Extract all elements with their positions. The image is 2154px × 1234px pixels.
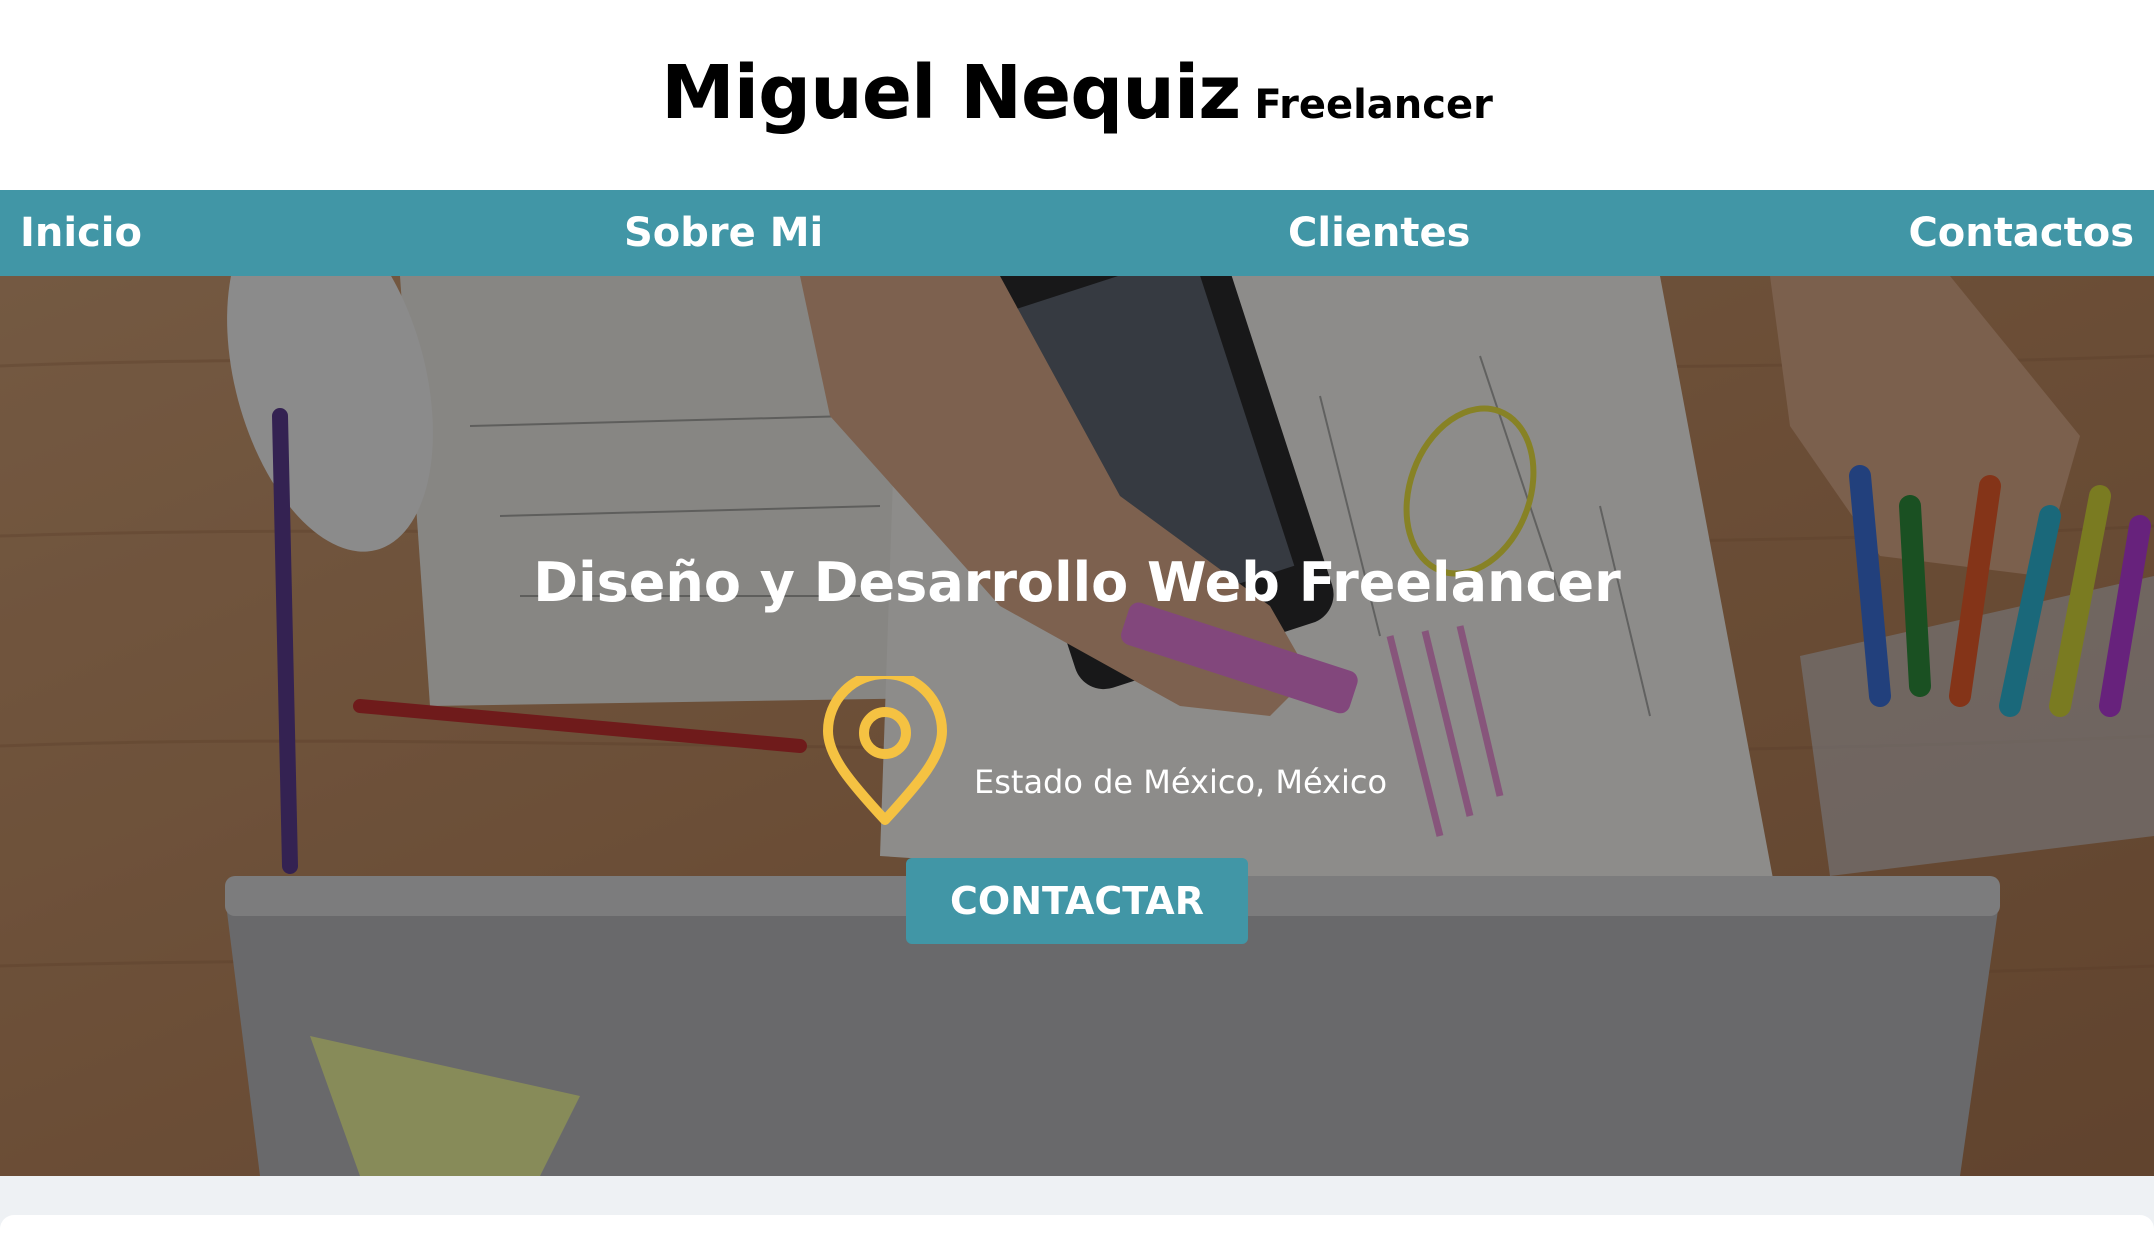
brand-role: Freelancer [1254,82,1493,128]
nav-item-clientes[interactable]: Clientes [1288,190,1470,276]
location-text: Estado de México, México [974,763,1388,801]
hero-dark-overlay [0,276,2154,1176]
hero-section: Diseño y Desarrollo Web Freelancer Estad… [0,276,2154,1176]
nav-item-sobre-mi[interactable]: Sobre Mi [624,190,823,276]
hero-title: Diseño y Desarrollo Web Freelancer [533,551,1621,614]
contact-button[interactable]: CONTACTAR [906,858,1248,944]
map-pin-icon [820,669,950,826]
nav-item-inicio[interactable]: Inicio [20,190,142,276]
next-section-card [0,1215,2154,1234]
brand: Miguel Nequiz Freelancer [0,50,2154,136]
nav-item-contactos[interactable]: Contactos [1908,190,2134,276]
brand-name: Miguel Nequiz [661,50,1241,136]
main-nav: Inicio Sobre Mi Clientes Contactos [0,190,2154,276]
site-header: Miguel Nequiz Freelancer [0,0,2154,190]
